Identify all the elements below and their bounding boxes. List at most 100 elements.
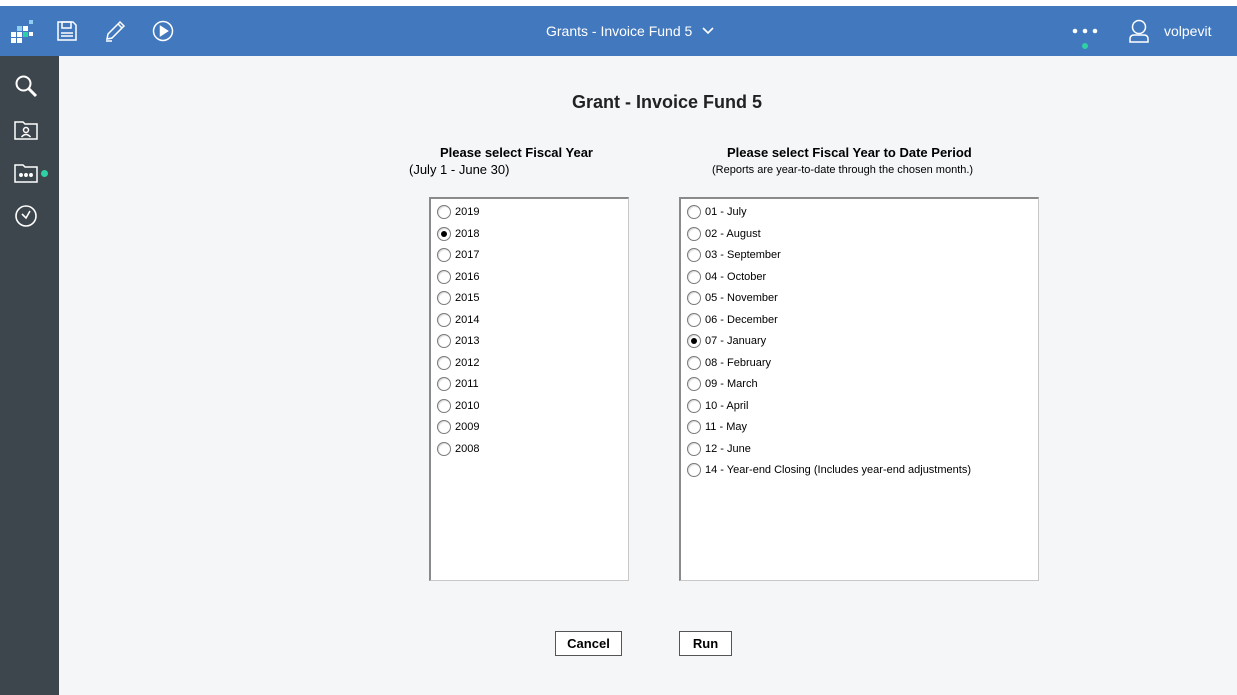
fiscal-year-option[interactable]: 2011 xyxy=(437,375,479,393)
option-label: 2011 xyxy=(455,378,479,390)
radio-button[interactable] xyxy=(437,377,451,391)
radio-button[interactable] xyxy=(437,269,451,284)
option-label: 2010 xyxy=(455,399,480,412)
option-label: 03 - September xyxy=(705,249,781,261)
run-button[interactable]: Run xyxy=(679,631,732,656)
option-label: 11 - May xyxy=(705,421,747,433)
app-header: Grants - Invoice Fund 5 volpevit xyxy=(0,6,1237,56)
radio-button[interactable] xyxy=(687,269,701,284)
radio-button[interactable] xyxy=(687,420,701,434)
radio-button[interactable] xyxy=(687,398,701,413)
radio-button[interactable] xyxy=(437,334,451,348)
team-folder-icon[interactable] xyxy=(0,110,52,150)
fiscal-year-label: Please select Fiscal Year xyxy=(440,145,593,160)
run-play-icon[interactable] xyxy=(143,6,183,56)
user-icon xyxy=(1129,19,1149,43)
fiscal-year-option[interactable]: 2018 xyxy=(437,225,479,243)
radio-button[interactable] xyxy=(437,420,451,434)
radio-button[interactable] xyxy=(437,205,451,219)
period-option[interactable]: 07 - January xyxy=(687,332,766,350)
fiscal-year-sublabel: (July 1 - June 30) xyxy=(409,162,510,177)
report-title: Grants - Invoice Fund 5 xyxy=(546,23,693,39)
fiscal-year-option[interactable]: 2013 xyxy=(437,332,479,350)
period-option[interactable]: 05 - November xyxy=(687,289,778,307)
fiscal-year-option[interactable]: 2017 xyxy=(437,246,479,264)
fiscal-year-option[interactable]: 2008 xyxy=(437,440,479,458)
period-option[interactable]: 02 - August xyxy=(687,225,761,243)
fiscal-year-option[interactable]: 2019 xyxy=(437,203,479,221)
radio-button[interactable] xyxy=(687,334,701,348)
left-sidebar xyxy=(0,56,59,695)
radio-button[interactable] xyxy=(687,291,701,305)
period-option[interactable]: 10 - April xyxy=(687,397,748,415)
period-option[interactable]: 09 - March xyxy=(687,375,758,393)
radio-button[interactable] xyxy=(687,355,701,370)
radio-button[interactable] xyxy=(687,377,701,391)
option-label: 04 - October xyxy=(705,270,767,283)
fiscal-year-option[interactable]: 2016 xyxy=(437,268,479,286)
period-option[interactable]: 12 - June xyxy=(687,440,751,458)
option-label: 02 - August xyxy=(705,227,761,240)
report-title-dropdown[interactable]: Grants - Invoice Fund 5 xyxy=(546,6,714,56)
radio-button[interactable] xyxy=(687,312,701,327)
option-label: 09 - March xyxy=(705,378,758,390)
option-label: 2014 xyxy=(455,313,480,326)
radio-button[interactable] xyxy=(437,248,451,262)
fiscal-year-option[interactable]: 2014 xyxy=(437,311,479,329)
option-label: 2009 xyxy=(455,421,480,433)
chevron-down-icon xyxy=(702,27,714,35)
option-label: 2018 xyxy=(455,227,480,240)
user-name: volpevit xyxy=(1164,23,1212,39)
recent-clock-icon[interactable] xyxy=(0,196,52,236)
option-label: 07 - January xyxy=(705,335,767,347)
option-label: 2008 xyxy=(455,442,480,455)
my-content-indicator xyxy=(39,168,50,179)
radio-button[interactable] xyxy=(687,463,701,477)
option-label: 12 - June xyxy=(705,442,751,455)
option-label: 2016 xyxy=(455,270,480,283)
period-option[interactable]: 14 - Year-end Closing (Includes year-end… xyxy=(687,461,971,479)
period-option[interactable]: 06 - December xyxy=(687,311,778,329)
user-menu[interactable]: volpevit xyxy=(1128,6,1211,56)
option-label: 2013 xyxy=(455,335,480,347)
option-label: 14 - Year-end Closing (Includes year-end… xyxy=(705,464,971,476)
option-label: 2015 xyxy=(455,292,480,304)
save-icon[interactable] xyxy=(47,6,87,56)
radio-button[interactable] xyxy=(437,441,451,456)
notification-indicator xyxy=(1080,41,1090,51)
fiscal-year-option[interactable]: 2012 xyxy=(437,354,479,372)
option-label: 05 - November xyxy=(705,292,778,304)
radio-button[interactable] xyxy=(437,398,451,413)
fiscal-year-option[interactable]: 2015 xyxy=(437,289,479,307)
radio-button[interactable] xyxy=(437,355,451,370)
period-radio-list: 01 - July 02 - August 03 - September 04 - O… xyxy=(679,197,1039,581)
period-option[interactable]: 01 - July xyxy=(687,203,747,221)
cancel-button[interactable]: Cancel xyxy=(555,631,622,656)
period-option[interactable]: 03 - September xyxy=(687,246,781,264)
radio-button[interactable] xyxy=(437,226,451,241)
fiscal-year-radio-list: 2019 2018 2017 2016 2015 2014 2013 2012 2011 2010… xyxy=(429,197,629,581)
option-label: 2017 xyxy=(455,249,480,261)
period-option[interactable]: 11 - May xyxy=(687,418,747,436)
radio-button[interactable] xyxy=(437,312,451,327)
period-option[interactable]: 08 - February xyxy=(687,354,771,372)
radio-button[interactable] xyxy=(687,205,701,219)
radio-button[interactable] xyxy=(437,291,451,305)
option-label: 08 - February xyxy=(705,356,772,369)
radio-button[interactable] xyxy=(687,441,701,456)
radio-button[interactable] xyxy=(687,226,701,241)
option-label: 2012 xyxy=(455,356,480,369)
option-label: 01 - July xyxy=(705,206,747,218)
fiscal-year-option[interactable]: 2010 xyxy=(437,397,479,415)
option-label: 2019 xyxy=(455,206,480,218)
period-sublabel: (Reports are year-to-date through the ch… xyxy=(712,164,974,176)
radio-button[interactable] xyxy=(687,248,701,262)
page-title: Grant - Invoice Fund 5 xyxy=(571,92,763,112)
home-grid-icon[interactable] xyxy=(2,6,42,56)
option-label: 06 - December xyxy=(705,313,778,326)
option-label: 10 - April xyxy=(705,399,749,412)
period-label: Please select Fiscal Year to Date Period xyxy=(727,145,972,160)
fiscal-year-option[interactable]: 2009 xyxy=(437,418,479,436)
period-option[interactable]: 04 - October xyxy=(687,268,766,286)
edit-pencil-icon[interactable] xyxy=(95,6,135,56)
